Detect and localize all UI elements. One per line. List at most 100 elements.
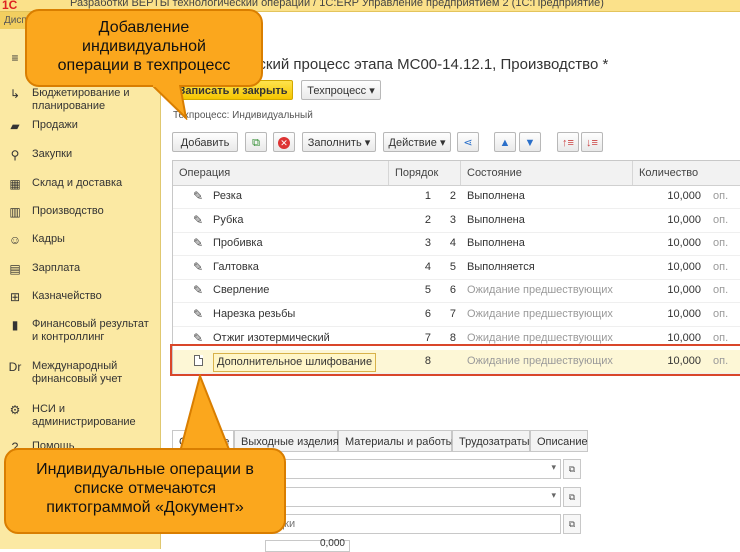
unit-value: оп. xyxy=(713,190,729,202)
purchases-icon: ⚲ xyxy=(10,148,20,162)
order-value: 6 xyxy=(424,308,431,320)
operation-name: Пробивка xyxy=(213,237,263,250)
action-button[interactable]: Действие ▾ xyxy=(383,132,451,152)
copy-icon[interactable]: ⧉ xyxy=(245,132,267,152)
open-icon[interactable]: ⧉ xyxy=(563,487,581,507)
order-value: 1 xyxy=(424,190,431,202)
sidebar-item-label: Кадры xyxy=(32,233,65,245)
sales-icon: ▰ xyxy=(10,119,20,133)
action-label: Действие xyxy=(388,137,437,149)
sequence-value: 7 xyxy=(449,308,456,320)
unit-value: оп. xyxy=(713,213,729,226)
delete-icon[interactable]: ✕ xyxy=(273,132,295,152)
operation-name: Дополнительное шлифование xyxy=(213,353,377,373)
treasury-icon: ⊞ xyxy=(9,290,21,304)
operation-field[interactable]: ▾ xyxy=(265,459,561,479)
callout-top-text: Добавление индивидуальной операции в тех… xyxy=(57,19,231,74)
order-value: 8 xyxy=(424,355,431,368)
state-value: Ожидание предшествующих xyxy=(467,331,613,344)
column-operation[interactable]: Операция xyxy=(173,161,389,185)
table-row[interactable]: ✎ Пробивка 3 4 Выполнена 10,000 оп. xyxy=(173,232,740,257)
wrench-icon: ✎ xyxy=(193,283,204,298)
table-row[interactable]: ✎ Отжиг изотермический 7 8 Ожидание предшест… xyxy=(173,327,740,351)
wrench-icon: ✎ xyxy=(193,236,204,251)
table-row[interactable]: Дополнительное шлифование 8 Ожидание предш… xyxy=(173,350,740,374)
column-order[interactable]: Порядок xyxy=(389,161,461,185)
techprocess-menu-label: Техпроцесс xyxy=(307,85,367,97)
tab-materials[interactable]: Материалы и работы xyxy=(338,430,454,452)
quantity-value: 10,000 xyxy=(667,213,701,226)
quantity-value: 10,000 xyxy=(667,308,701,320)
wrench-icon: ✎ xyxy=(193,259,204,274)
callout-bottom: Индивидуальные операции в списке отмечаю… xyxy=(4,448,286,534)
main-icon: ≡ xyxy=(11,51,19,65)
unit-value: оп. xyxy=(713,308,729,320)
production-icon: ▥ xyxy=(9,205,21,219)
callout-bottom-text: Индивидуальные операции в списке отмечаю… xyxy=(36,461,254,516)
unit-value: оп. xyxy=(713,355,729,368)
table-row[interactable]: ✎ Галтовка 4 5 Выполняется 10,000 оп. xyxy=(173,256,740,280)
chevron-down-icon[interactable]: ▾ xyxy=(551,490,556,501)
sidebar-item-label: Зарплата xyxy=(32,262,81,274)
operation-name: Резка xyxy=(213,190,242,202)
quantity-value: 10,000 xyxy=(667,260,701,273)
wrench-icon: ✎ xyxy=(193,307,204,321)
wrench-icon: ✎ xyxy=(193,189,204,203)
sidebar-item-label: Закупки xyxy=(32,148,73,160)
callout-top-tail xyxy=(150,85,188,120)
open-icon[interactable]: ⧉ xyxy=(563,514,581,534)
chevron-down-icon[interactable]: ▾ xyxy=(551,462,556,473)
sequence-value: 3 xyxy=(449,213,456,226)
state-value: Ожидание предшествующих xyxy=(467,284,613,297)
operations-table: Операция Порядок Состояние Количество ✎ Р… xyxy=(172,160,740,375)
unit-value: оп. xyxy=(713,284,729,297)
techprocess-type-label: Техпроцесс: Индивидуальный xyxy=(173,110,313,121)
warehouse-icon: ▦ xyxy=(9,177,21,191)
quantity-field[interactable]: 0,000 xyxy=(265,538,350,552)
sort-desc-icon[interactable]: ↓≡ xyxy=(581,132,603,152)
sort-asc-icon[interactable]: ↑≡ xyxy=(557,132,579,152)
table-row[interactable]: ✎ Сверление 5 6 Ожидание предшествующих 10,00… xyxy=(173,279,740,304)
techprocess-menu-button[interactable]: Техпроцесс ▾ xyxy=(301,80,381,100)
move-down-icon[interactable]: ▼ xyxy=(519,132,541,152)
column-state[interactable]: Состояние xyxy=(461,161,633,185)
operation-name: Рубка xyxy=(213,213,244,226)
settings-icon: ⚙ xyxy=(9,403,21,417)
intl-finance-icon: Dr xyxy=(8,360,22,374)
move-up-icon[interactable]: ▲ xyxy=(494,132,516,152)
state-value: Выполняется xyxy=(467,260,535,273)
salary-icon: ▤ xyxy=(9,262,21,276)
sequence-value: 6 xyxy=(449,284,456,297)
operation-name: Нарезка резьбы xyxy=(213,308,296,320)
quantity-value: 10,000 xyxy=(667,355,701,368)
sidebar-item-label: Казначейство xyxy=(32,290,102,302)
sidebar-item-label: Бюджетирование и планирование xyxy=(32,87,130,112)
workcenter-field[interactable]: ▾ xyxy=(265,487,561,507)
hr-icon: ☺ xyxy=(8,233,22,247)
table-row[interactable]: ✎ Резка 1 2 Выполнена 10,000 оп. xyxy=(173,185,740,209)
operation-name: Сверление xyxy=(213,284,270,297)
app-logo: 1С xyxy=(2,0,18,12)
table-row[interactable]: ✎ Нарезка резьбы 6 7 Ожидание предшествующих… xyxy=(173,303,740,327)
window-title: Разработки ВЕРТЫ технологический операци… xyxy=(70,0,604,9)
column-quantity[interactable]: Количество xyxy=(633,161,740,185)
fill-button[interactable]: Заполнить ▾ xyxy=(302,132,376,152)
order-value: 4 xyxy=(424,260,431,273)
sequence-value: 4 xyxy=(449,237,456,250)
quantity-value: 10,000 xyxy=(667,237,701,250)
wrench-icon: ✎ xyxy=(193,212,204,227)
sidebar-item-label: НСИ и администрирование xyxy=(32,403,136,428)
operation-name: Отжиг изотермический xyxy=(213,331,330,344)
share-icon[interactable]: ⋖ xyxy=(457,132,479,152)
add-button[interactable]: Добавить xyxy=(172,132,238,152)
tab-description[interactable]: Описание xyxy=(530,430,588,452)
fill-label: Заполнить xyxy=(307,137,362,149)
callout-top: Добавление индивидуальной операции в тех… xyxy=(25,9,263,87)
order-value: 2 xyxy=(424,213,431,226)
sidebar-item-label: Продажи xyxy=(32,119,78,131)
state-value: Выполнена xyxy=(467,213,525,226)
open-icon[interactable]: ⧉ xyxy=(563,459,581,479)
tab-labor[interactable]: Трудозатраты xyxy=(452,430,530,452)
table-row[interactable]: ✎ Рубка 2 3 Выполнена 10,000 оп. xyxy=(173,209,740,233)
sequence-value: 5 xyxy=(449,260,456,273)
